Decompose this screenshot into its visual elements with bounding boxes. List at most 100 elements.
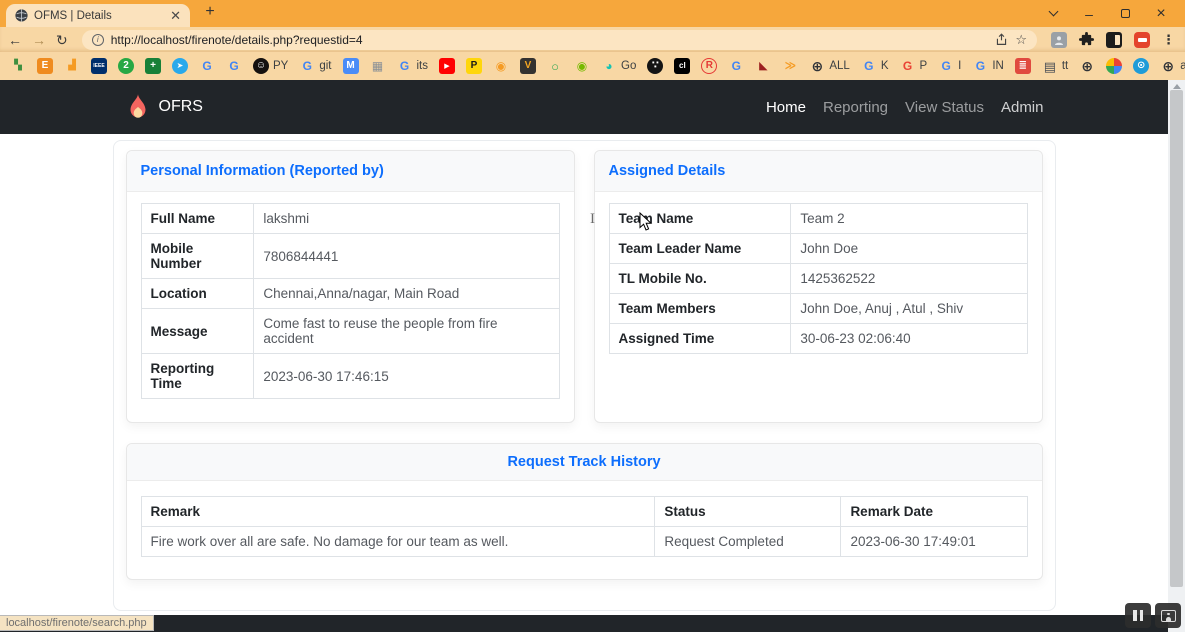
- leaf-bookmark[interactable]: ▚: [10, 58, 26, 74]
- sheets-bookmark-icon: +: [145, 58, 161, 74]
- bookmark-label: ALL: [829, 60, 849, 72]
- google-bookmark[interactable]: GK: [861, 58, 889, 74]
- green-ring-bookmark[interactable]: ○: [547, 58, 563, 74]
- godaddy-bookmark[interactable]: ◕Go: [601, 58, 636, 74]
- forward-button[interactable]: →: [32, 33, 46, 47]
- minimize-button[interactable]: –: [1071, 0, 1107, 27]
- dark-bird-bookmark[interactable]: ◣: [755, 58, 771, 74]
- reload-button[interactable]: ↻: [56, 33, 68, 47]
- youtube-bookmark[interactable]: ▶: [439, 58, 455, 74]
- avatar-extension-icon[interactable]: [1051, 32, 1067, 48]
- gold-fish-bookmark[interactable]: ≫: [782, 58, 798, 74]
- nvidia-bookmark[interactable]: ◉: [574, 58, 590, 74]
- google-bookmark-icon: G: [397, 58, 413, 74]
- globe-all-bookmark-icon: ⊕: [809, 58, 825, 74]
- tab-title: OFMS | Details: [34, 10, 164, 22]
- row-value: 30-06-23 02:06:40: [791, 324, 1027, 354]
- maximize-button[interactable]: [1107, 0, 1143, 27]
- scrollbar-thumb[interactable]: [1170, 90, 1183, 587]
- puzzle-extension-icon[interactable]: [1079, 32, 1094, 47]
- google-bookmark[interactable]: Gits: [397, 58, 429, 74]
- orange-e-bookmark[interactable]: E: [37, 58, 53, 74]
- back-button[interactable]: ←: [8, 33, 22, 47]
- browser-toolbar: ← → ↻ i http://localhost/firenote/detail…: [0, 27, 1185, 52]
- gold-fish-bookmark-icon: ≫: [782, 58, 798, 74]
- nav-link-home[interactable]: Home: [766, 99, 806, 116]
- bookmark-star-icon[interactable]: ☆: [1015, 33, 1027, 46]
- analytics-bookmark[interactable]: ▟: [64, 58, 80, 74]
- request-track-history-title: Request Track History: [127, 444, 1042, 481]
- snapshot-button[interactable]: [1155, 603, 1181, 628]
- google-bookmark[interactable]: G: [728, 58, 744, 74]
- red-extension-icon[interactable]: [1134, 32, 1150, 48]
- browser-window: OFMS | Details ✕ + – × ← → ↻ i http://lo…: [0, 0, 1185, 632]
- brand[interactable]: OFRS: [125, 92, 203, 122]
- globe-bookmark[interactable]: ⊕: [1079, 58, 1095, 74]
- pause-button[interactable]: [1125, 603, 1151, 628]
- p-yellow-bookmark[interactable]: P: [466, 58, 482, 74]
- personal-info-table: Full NamelakshmiMobile Number7806844441L…: [141, 203, 560, 399]
- google-bookmark[interactable]: GIN: [972, 58, 1004, 74]
- github-bookmark[interactable]: ☺PY: [253, 58, 288, 74]
- browser-menu-icon[interactable]: ⋮: [1162, 32, 1175, 48]
- m-blue-bookmark-icon: M: [343, 58, 359, 74]
- google-bookmark-icon: G: [972, 58, 988, 74]
- globe-all-bookmark[interactable]: ⊕ ALL: [809, 58, 849, 74]
- history-row: Fire work over all are safe. No damage f…: [141, 527, 1027, 557]
- google-bookmark-icon: G: [861, 58, 877, 74]
- row-label: Team Leader Name: [609, 234, 791, 264]
- red-r-ring-bookmark[interactable]: R: [701, 58, 717, 74]
- projector-bookmark[interactable]: ◉: [493, 58, 509, 74]
- row-value: lakshmi: [254, 204, 559, 234]
- gray-cart-bookmark-icon: ▦: [370, 58, 386, 74]
- table-row: MessageCome fast to reuse the people fro…: [141, 309, 559, 354]
- sheets-bookmark[interactable]: +: [145, 58, 161, 74]
- projector-bookmark-icon: ◉: [493, 58, 509, 74]
- bookmark-label: K: [881, 60, 889, 72]
- close-window-button[interactable]: ×: [1143, 0, 1179, 27]
- nav-link-reporting[interactable]: Reporting: [823, 99, 888, 116]
- url-text[interactable]: http://localhost/firenote/details.php?re…: [111, 33, 989, 47]
- side-panel-icon[interactable]: [1106, 32, 1122, 48]
- red-lines-bookmark[interactable]: ≣: [1015, 58, 1031, 74]
- nvidia-bookmark-icon: ◉: [574, 58, 590, 74]
- new-tab-button[interactable]: +: [200, 3, 220, 21]
- dark-bag-bookmark[interactable]: V: [520, 58, 536, 74]
- printer-bookmark[interactable]: ▤tt: [1042, 58, 1068, 74]
- table-row: Team NameTeam 2: [609, 204, 1027, 234]
- google-bookmark[interactable]: G: [199, 58, 215, 74]
- google-bookmark[interactable]: GP: [899, 58, 927, 74]
- gray-cart-bookmark[interactable]: ▦: [370, 58, 386, 74]
- row-value: John Doe: [791, 234, 1027, 264]
- google-bookmark[interactable]: Ggit: [299, 58, 331, 74]
- tab-search-chevron-icon[interactable]: [1035, 0, 1071, 27]
- ieee-bookmark[interactable]: IEEE: [91, 58, 107, 74]
- history-cell: Fire work over all are safe. No damage f…: [141, 527, 655, 557]
- sbi-bookmark[interactable]: ⊙: [1133, 58, 1149, 74]
- nav-link-view-status[interactable]: View Status: [905, 99, 984, 116]
- green-2-bookmark[interactable]: 2: [118, 58, 134, 74]
- row-label: Full Name: [141, 204, 254, 234]
- godaddy-bookmark-icon: ◕: [601, 58, 617, 74]
- share-icon[interactable]: [995, 33, 1008, 46]
- site-info-icon[interactable]: i: [92, 34, 104, 46]
- bookmark-label: tt: [1062, 60, 1068, 72]
- table-row: Reporting Time2023-06-30 17:46:15: [141, 354, 559, 399]
- penguin-bookmark[interactable]: ∵: [647, 58, 663, 74]
- address-bar[interactable]: i http://localhost/firenote/details.php?…: [82, 30, 1037, 50]
- assigned-details-card: Assigned Details Team NameTeam 2Team Lea…: [594, 150, 1043, 423]
- vertical-scrollbar[interactable]: [1168, 80, 1185, 632]
- google-bookmark-icon: G: [728, 58, 744, 74]
- m-blue-bookmark[interactable]: M: [343, 58, 359, 74]
- tab-close-icon[interactable]: ✕: [170, 9, 181, 22]
- bookmark-label: I: [958, 60, 961, 72]
- window-controls: – ×: [1035, 0, 1179, 27]
- craigslist-bookmark[interactable]: cl: [674, 58, 690, 74]
- photos-bookmark[interactable]: [1106, 58, 1122, 74]
- google-bookmark[interactable]: GI: [938, 58, 961, 74]
- browser-tab[interactable]: OFMS | Details ✕: [6, 4, 190, 27]
- google-bookmark[interactable]: G: [226, 58, 242, 74]
- nav-link-admin[interactable]: Admin: [1001, 99, 1044, 116]
- telegram-bookmark[interactable]: ➤: [172, 58, 188, 74]
- globe-ad-bookmark[interactable]: ⊕ad: [1160, 58, 1185, 74]
